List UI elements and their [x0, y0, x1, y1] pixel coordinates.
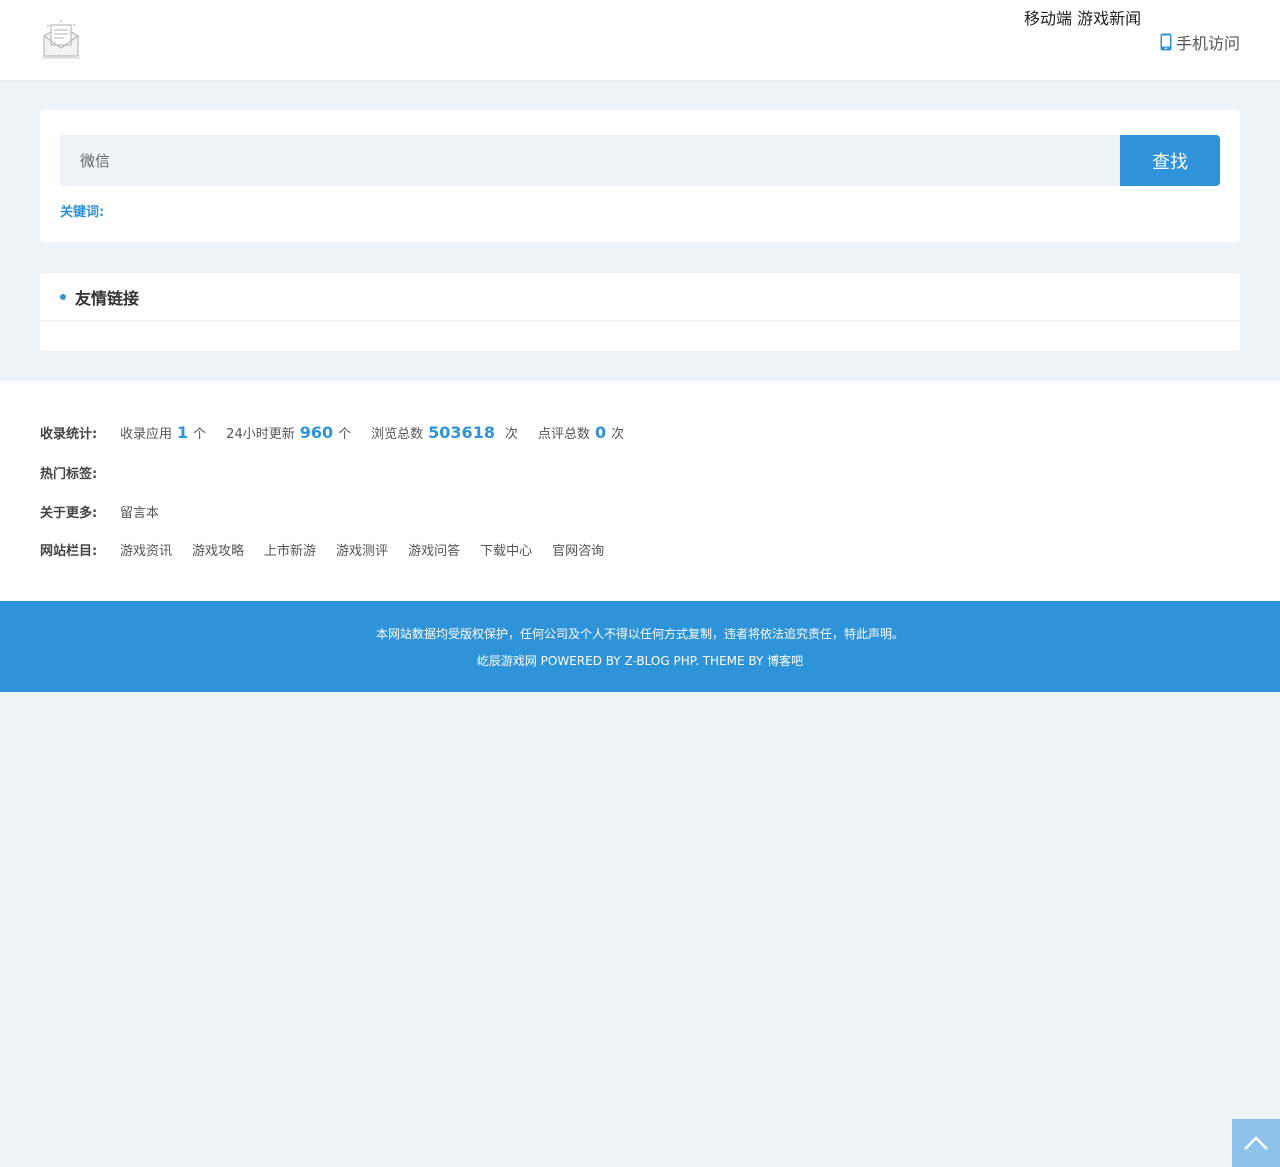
columns-row: 网站栏目: 游戏资讯 游戏攻略 上市新游 游戏测评 游戏问答 下载中心 官网咨询 — [40, 540, 624, 559]
site-stats-section: 收录统计: 收录应用 1 个 24小时更新 960 个 浏览总数 503618 次 点评总数… — [0, 381, 1280, 601]
stat-unit: 次 — [611, 427, 625, 442]
stat-updates-24h: 24小时更新 960 个 — [226, 423, 351, 442]
stat-unit: 个 — [193, 427, 207, 442]
bullet-dot — [60, 293, 66, 300]
column-link[interactable]: 游戏问答 — [408, 540, 460, 559]
mobile-access-link[interactable]: 手机访问 — [1160, 30, 1240, 54]
column-link[interactable]: 上市新游 — [264, 540, 316, 559]
column-link[interactable]: 游戏攻略 — [192, 540, 244, 559]
back-to-top-button[interactable] — [1232, 1119, 1280, 1167]
stat-unit: 次 — [504, 427, 518, 442]
stat-prefix: 24小时更新 — [226, 427, 295, 442]
about-label: 关于更多: — [40, 506, 98, 521]
stat-prefix: 收录应用 — [120, 427, 173, 442]
mobile-title[interactable]: 移动端 游戏新闻 — [1024, 5, 1141, 29]
friend-links-panel: 友情链接 — [40, 273, 1240, 351]
mobile-access-label: 手机访问 — [1175, 34, 1240, 53]
site-footer: 本网站数据均受版权保护，任何公司及个人不得以任何方式复制，违者将依法追究责任，特… — [0, 601, 1280, 692]
stat-apps: 收录应用 1 个 — [120, 423, 206, 442]
hot-tags-label: 热门标签: — [40, 467, 98, 482]
stat-reviews: 点评总数 0 次 — [538, 423, 624, 442]
search-input[interactable] — [60, 135, 1120, 186]
chevron-up-icon — [1244, 1136, 1268, 1150]
column-link[interactable]: 官网咨询 — [552, 540, 604, 559]
envelope-doc-icon — [42, 20, 80, 59]
guestbook-link[interactable]: 留言本 — [120, 502, 159, 521]
stat-prefix: 点评总数 — [537, 427, 590, 442]
stat-value: 503618 — [428, 423, 495, 442]
column-link[interactable]: 下载中心 — [480, 540, 532, 559]
stat-unit: 个 — [338, 427, 352, 442]
copyright-notice: 本网站数据均受版权保护，任何公司及个人不得以任何方式复制，违者将依法追究责任，特… — [375, 627, 904, 641]
friend-links-header: 友情链接 — [40, 273, 1240, 321]
stat-value: 960 — [299, 423, 334, 442]
powered-by-credit[interactable]: 屹辰游戏网 POWERED BY Z-BLOG PHP. THEME BY 博客… — [0, 652, 1280, 669]
search-button[interactable]: 查找 — [1120, 135, 1220, 186]
friend-links-title: 友情链接 — [75, 288, 140, 308]
stats-label: 收录统计: — [40, 427, 98, 442]
stat-value: 1 — [177, 423, 189, 442]
column-link[interactable]: 游戏测评 — [336, 540, 388, 559]
about-row: 关于更多: 留言本 — [40, 502, 179, 521]
keywords-label: 关键词: — [60, 205, 105, 220]
site-logo[interactable] — [40, 18, 82, 60]
hot-tags-row: 热门标签: — [40, 463, 120, 482]
column-link[interactable]: 游戏资讯 — [120, 540, 172, 559]
stat-value: 0 — [594, 423, 607, 442]
stat-views: 浏览总数 503618 次 — [371, 423, 518, 442]
stats-row: 收录统计: 收录应用 1 个 24小时更新 960 个 浏览总数 503618 次 点评总数… — [40, 423, 644, 442]
site-header: 移动端 游戏新闻 手机访问 — [0, 0, 1280, 80]
stat-prefix: 浏览总数 — [371, 427, 424, 442]
search-panel: 查找 关键词: — [40, 110, 1240, 242]
phone-icon — [1160, 33, 1172, 51]
columns-label: 网站栏目: — [40, 544, 98, 559]
